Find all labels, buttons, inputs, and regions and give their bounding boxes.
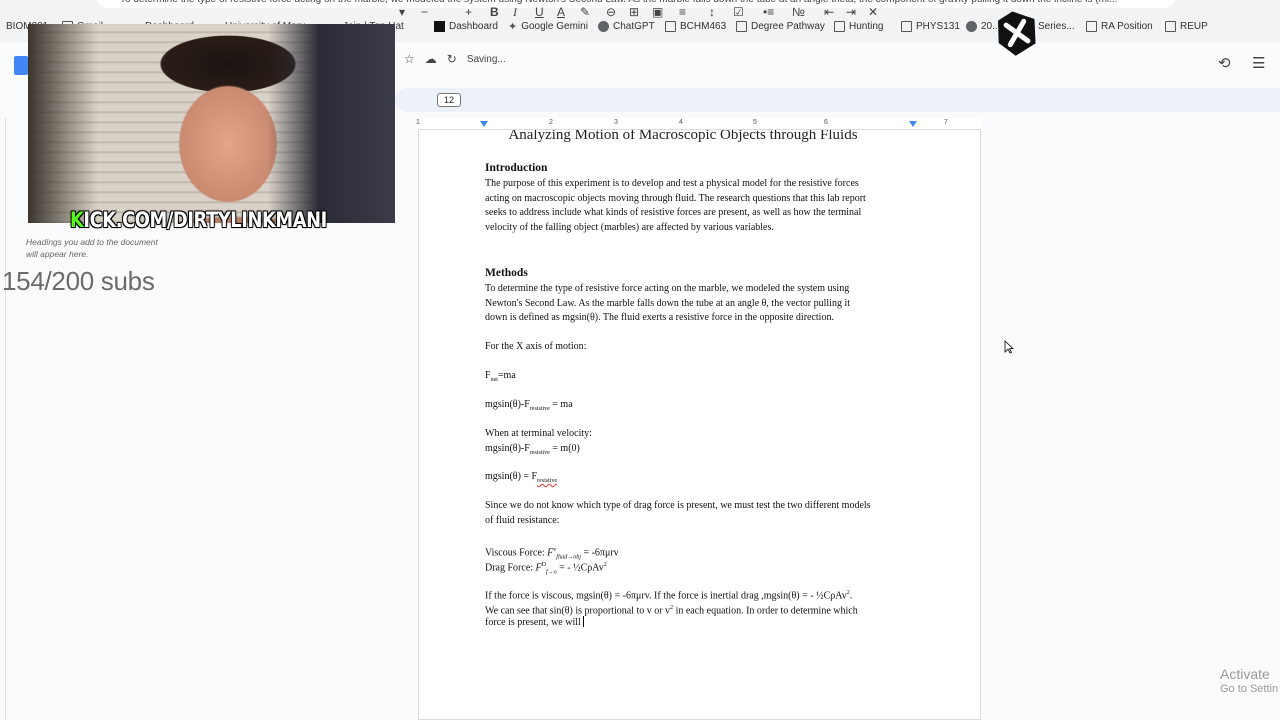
bullet-list-icon[interactable]: •≡ <box>763 4 774 20</box>
windows-activation-watermark: Activate Go to Settin <box>1220 666 1278 695</box>
font-size-input[interactable]: 12 <box>437 93 461 107</box>
outline-hint-line: will appear here. <box>26 249 89 259</box>
bookmark-series[interactable]: Series... <box>1038 21 1075 32</box>
checklist-icon[interactable]: ☑ <box>733 4 744 20</box>
bookmark-gemini[interactable]: ✦ Google Gemini <box>508 20 588 33</box>
bookmark-hunting[interactable]: Hunting <box>834 20 883 32</box>
left-indent-marker[interactable] <box>480 121 488 127</box>
x-logo-icon <box>998 11 1036 56</box>
ruler-number: 6 <box>824 119 828 126</box>
font-chevron-icon[interactable]: ▾ <box>399 4 405 20</box>
bookmark-reup[interactable]: REUP <box>1165 20 1208 32</box>
equation-resistive: mgsin(θ)-Fresistive = ma <box>485 399 573 412</box>
folder-icon <box>834 20 845 32</box>
since-line: Since we do not know which type of drag … <box>485 500 871 511</box>
increase-indent-icon[interactable]: ⇥ <box>846 4 856 20</box>
document-page[interactable]: Analyzing Motion of Macroscopic Objects … <box>418 130 981 720</box>
clear-format-icon[interactable]: ✕ <box>868 4 878 20</box>
folder-icon <box>665 20 676 32</box>
bold-button[interactable]: B <box>490 4 499 20</box>
numbered-list-icon[interactable]: № <box>792 4 805 20</box>
saving-status: Saving... <box>466 53 506 65</box>
bookmark-chatgpt[interactable]: ChatGPT <box>598 20 655 32</box>
italic-button[interactable]: I <box>513 4 517 20</box>
gemini-icon: ✦ <box>508 20 518 33</box>
align-icon[interactable]: ≡ <box>679 4 686 20</box>
intro-line: The purpose of this experiment is to dev… <box>485 178 859 189</box>
increase-font-button[interactable]: + <box>465 4 472 20</box>
bookmark-ra-position[interactable]: RA Position <box>1086 20 1153 32</box>
webcam-shadow <box>28 24 98 223</box>
docs-logo-icon[interactable] <box>14 56 28 75</box>
formatting-toolbar <box>395 88 1280 112</box>
text-caret <box>583 615 585 627</box>
decrease-indent-icon[interactable]: ⇤ <box>824 4 834 20</box>
text-color-button[interactable]: A <box>557 4 565 20</box>
comments-icon[interactable]: ☰ <box>1252 54 1265 72</box>
folder-icon <box>1086 20 1097 32</box>
history-icon[interactable]: ⟲ <box>1218 54 1231 72</box>
intro-line: seeks to address include what kinds of r… <box>485 207 862 219</box>
decrease-font-button[interactable]: − <box>421 4 428 20</box>
star-icon[interactable]: ☆ <box>404 52 415 66</box>
heading-introduction: Introduction <box>485 162 548 174</box>
folder-icon <box>1165 20 1176 32</box>
kick-channel-label: KICK.COM/DIRTYLINKMANI <box>70 208 327 232</box>
ruler-number: 4 <box>679 119 683 126</box>
ruler-number: 3 <box>614 119 618 126</box>
chatgpt-icon <box>598 20 609 32</box>
webcam-overlay <box>28 24 395 223</box>
highlight-icon[interactable]: ✎ <box>580 4 590 20</box>
terminal-line: When at terminal velocity: <box>485 428 592 439</box>
methods-line: down is defined as mgsin(θ). The fluid e… <box>485 312 834 324</box>
bookmark-phys131[interactable]: PHYS131 <box>901 20 960 32</box>
horizontal-ruler[interactable]: 1 2 3 4 5 6 7 <box>416 118 981 130</box>
if-line: force is present, we will <box>485 615 585 628</box>
link-icon[interactable]: ⊖ <box>606 4 616 20</box>
equation-balance: mgsin(θ) = Fresistive <box>485 471 558 484</box>
heading-methods: Methods <box>485 267 528 279</box>
since-line: of fluid resistance: <box>485 514 560 526</box>
line-spacing-icon[interactable]: ↕ <box>709 4 715 20</box>
equation-terminal: mgsin(θ)-Fresistive = m(0) <box>485 442 580 456</box>
bookmark-degree[interactable]: Degree Pathway <box>736 20 825 32</box>
subscriber-count: 154/200 subs <box>2 266 155 296</box>
methods-line: To determine the type of resistive force… <box>485 283 850 294</box>
x-axis-line: For the X axis of motion: <box>485 341 587 352</box>
ruler-number: 2 <box>549 119 553 126</box>
bookmark-dashboard-2[interactable]: Dashboard <box>434 20 498 32</box>
activate-text: Activate <box>1220 666 1270 682</box>
dashboard-icon <box>434 20 445 32</box>
folder-icon <box>901 20 912 32</box>
ruler-number: 5 <box>753 119 757 126</box>
bookmark-bchm463[interactable]: BCHM463 <box>665 20 726 32</box>
folder-icon <box>736 20 747 32</box>
image-icon[interactable]: ▣ <box>652 4 663 20</box>
right-indent-marker[interactable] <box>909 121 917 127</box>
mouse-cursor-icon <box>1004 340 1014 354</box>
outline-hint: Headings you add to the document will ap… <box>26 236 206 260</box>
methods-line: Newton's Second Law. As the marble falls… <box>485 297 851 309</box>
comment-icon[interactable]: ⊞ <box>629 4 639 20</box>
doc-title: Analyzing Motion of Macroscopic Objects … <box>508 130 858 143</box>
settings-text: Go to Settin <box>1220 683 1279 695</box>
site-icon <box>966 20 977 32</box>
underline-button[interactable]: U <box>535 4 544 20</box>
cloud-icon[interactable]: ☁ <box>425 52 437 66</box>
intro-line: acting on macroscopic objects moving thr… <box>485 192 866 204</box>
intro-line: velocity of the falling object (marbles)… <box>485 221 774 233</box>
doc-status: ☆ ☁ ↻ Saving... <box>404 52 506 66</box>
vertical-ruler <box>0 118 6 720</box>
ruler-number: 1 <box>416 119 420 126</box>
outline-hint-line: Headings you add to the document <box>26 237 158 247</box>
equation-net: Fnet=ma <box>485 370 516 383</box>
drag-force-line: Drag Force: FDf→o = - ½CρAv2 <box>485 561 607 575</box>
sync-icon: ↻ <box>446 52 457 66</box>
webcam-chair <box>268 24 395 223</box>
ruler-number: 7 <box>944 119 948 126</box>
